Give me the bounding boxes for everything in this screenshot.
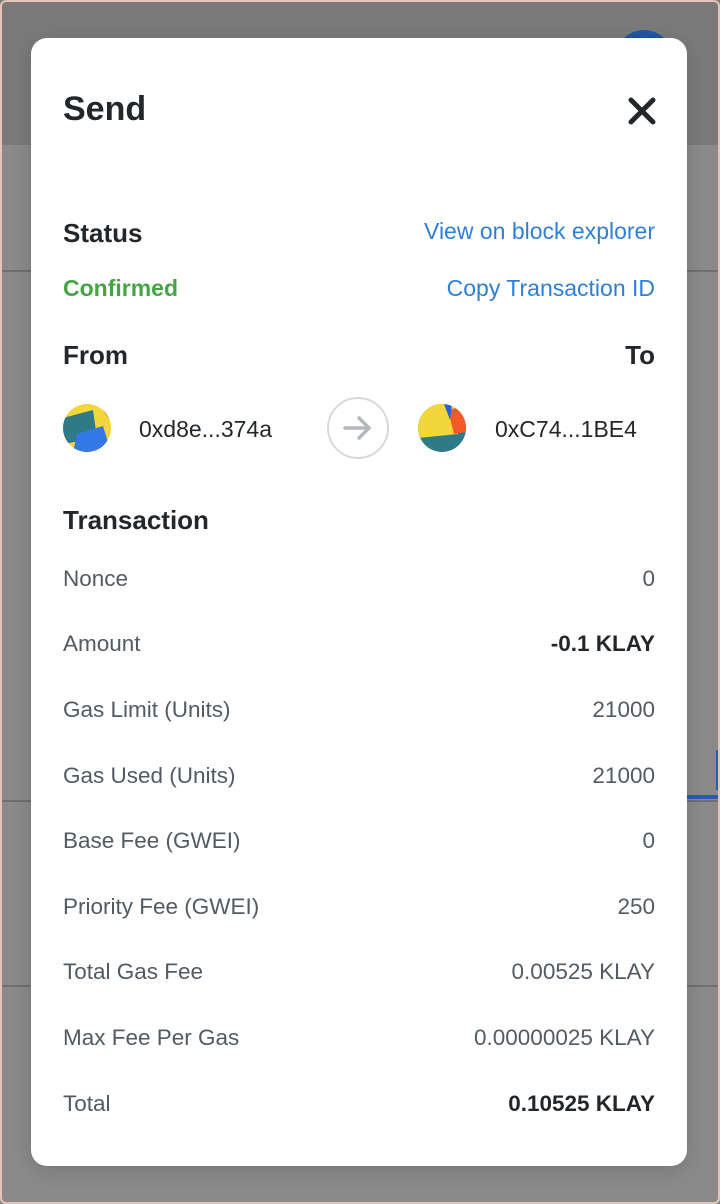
status-badge: Confirmed [63,275,178,301]
tx-row-value: 0.00525 KLAY [511,959,655,984]
tx-row-label: Amount [63,631,141,656]
tx-row-value: -0.1 KLAY [550,631,655,656]
tx-row-label: Gas Limit (Units) [63,697,231,722]
close-button[interactable] [625,94,659,128]
transaction-details-modal: Send Status View on block explorer Confi… [31,38,687,1166]
tx-row-amount: Amount -0.1 KLAY [63,631,655,661]
tx-row-label: Nonce [63,566,129,591]
background-accent [716,750,720,790]
tx-row-total-gas-fee: Total Gas Fee 0.00525 KLAY [63,959,655,989]
tx-row-label: Total [63,1091,111,1116]
tx-row-gas-used: Gas Used (Units) 21000 [63,763,655,793]
tx-row-label: Base Fee (GWEI) [63,828,241,853]
status-label: Status [63,218,143,248]
close-icon [628,97,656,125]
to-address[interactable]: 0xC74...1BE4 [495,416,637,443]
tx-row-priority-fee: Priority Fee (GWEI) 250 [63,894,655,924]
to-label: To [625,340,655,370]
background-accent [684,795,720,799]
tx-row-value: 0 [642,566,655,591]
transaction-label: Transaction [63,505,209,535]
tx-row-max-fee-per-gas: Max Fee Per Gas 0.00000025 KLAY [63,1025,655,1055]
tx-row-label: Max Fee Per Gas [63,1025,240,1050]
tx-row-value: 0.10525 KLAY [508,1091,655,1116]
direction-indicator [327,397,389,459]
arrow-right-icon [343,416,371,440]
tx-row-total: Total 0.10525 KLAY [63,1091,655,1121]
tx-row-value: 250 [617,894,655,919]
tx-row-label: Priority Fee (GWEI) [63,894,260,919]
from-label: From [63,340,128,370]
from-address[interactable]: 0xd8e...374a [139,416,272,443]
tx-row-label: Total Gas Fee [63,959,204,984]
modal-title: Send [63,90,147,128]
tx-row-label: Gas Used (Units) [63,763,236,788]
copy-transaction-id-link[interactable]: Copy Transaction ID [447,275,655,302]
tx-row-value: 0 [642,828,655,853]
tx-row-gas-limit: Gas Limit (Units) 21000 [63,697,655,727]
to-avatar [418,404,466,452]
tx-row-value: 0.00000025 KLAY [474,1025,655,1050]
from-avatar [63,404,111,452]
view-on-block-explorer-link[interactable]: View on block explorer [424,218,655,245]
tx-row-value: 21000 [592,697,655,722]
tx-row-value: 21000 [592,763,655,788]
tx-row-nonce: Nonce 0 [63,566,655,596]
tx-row-base-fee: Base Fee (GWEI) 0 [63,828,655,858]
